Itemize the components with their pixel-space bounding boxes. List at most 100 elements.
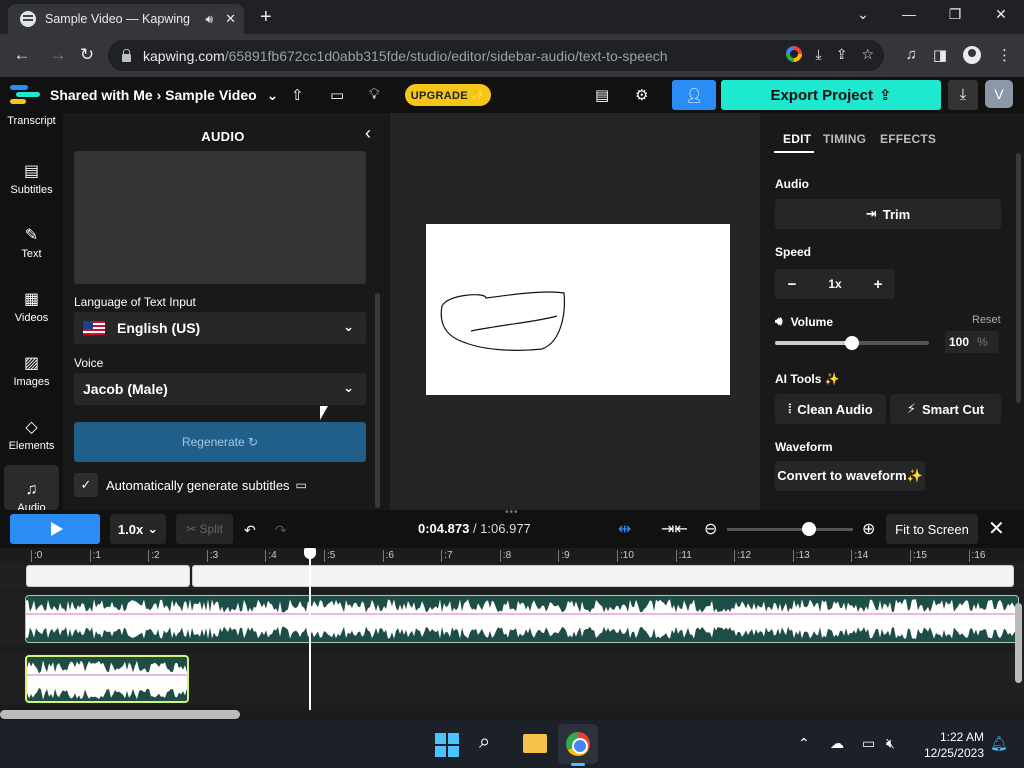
minimize-button[interactable]: —	[899, 6, 919, 22]
zoom-in-icon[interactable]: ⊕	[862, 519, 875, 539]
tab-search-icon[interactable]: ⌄	[853, 6, 873, 23]
back-button[interactable]: ←	[11, 45, 33, 65]
text-input-area[interactable]	[74, 151, 366, 284]
redo-icon[interactable]: ↷	[275, 522, 287, 539]
voice-select[interactable]: Jacob (Male) ⌄	[74, 373, 366, 405]
volume-slider[interactable]	[775, 336, 929, 350]
convert-to-waveform-button[interactable]: Convert to waveform✨	[775, 461, 925, 491]
smart-cut-button[interactable]: ⚡︎ Smart Cut	[890, 394, 1001, 424]
onedrive-icon[interactable]: ☁	[830, 735, 844, 752]
lock-icon[interactable]	[122, 48, 131, 62]
playhead[interactable]	[309, 548, 311, 710]
zoom-out-icon[interactable]: ⊖	[704, 519, 717, 539]
timeline-ruler[interactable]: :0:1:2:3:4:5:6:7:8:9:10:11:12:13:14:15:1…	[0, 548, 1024, 564]
google-lens-icon[interactable]	[785, 46, 802, 62]
waveform-icon: ⦙	[788, 401, 792, 416]
notification-bell-icon[interactable]: 🔔︎	[990, 735, 1008, 752]
timeline-horizontal-scrollbar[interactable]	[0, 710, 240, 719]
fit-tracks-icon[interactable]: ⇥⇤	[661, 519, 688, 539]
selected-audio-clip[interactable]	[25, 655, 189, 703]
export-project-button[interactable]: Export Project ⇪	[721, 80, 941, 110]
audio-clip[interactable]	[25, 595, 1019, 643]
trim-button[interactable]: ⇥ Trim	[775, 199, 1001, 229]
download-button[interactable]: ⤓	[948, 80, 978, 110]
forward-button[interactable]: →	[47, 45, 69, 65]
share-button[interactable]: 👤︎	[672, 80, 716, 110]
playback-speed-select[interactable]: 1.0x ⌄	[110, 514, 166, 544]
clean-audio-button[interactable]: ⦙ Clean Audio	[775, 394, 886, 424]
new-tab-button[interactable]: +	[260, 6, 272, 28]
sidebar-item-text[interactable]: ✎ Text	[0, 225, 63, 260]
canvas-stage[interactable]	[390, 113, 760, 510]
install-app-icon[interactable]: ⤓	[816, 46, 822, 63]
fit-to-screen-button[interactable]: Fit to Screen	[886, 514, 978, 544]
chevron-down-icon[interactable]: ⌄	[267, 87, 279, 103]
menu-kebab-icon[interactable]: ⋮	[997, 46, 1012, 64]
media-control-icon[interactable]: ♫	[906, 46, 917, 64]
kapwing-logo[interactable]	[10, 85, 40, 105]
upload-icon[interactable]: ⇧	[291, 86, 304, 104]
plus-icon[interactable]: +	[861, 276, 895, 293]
undo-icon[interactable]: ↶	[244, 522, 256, 539]
minus-icon[interactable]: −	[775, 276, 809, 293]
sidebar-item-images[interactable]: ▨ Images	[0, 353, 63, 388]
volume-slider-knob[interactable]	[845, 336, 859, 350]
zoom-slider-knob[interactable]	[802, 522, 816, 536]
search-icon[interactable]: ⌕	[479, 731, 490, 754]
panel-scrollbar[interactable]	[375, 293, 380, 508]
collapse-panel-icon[interactable]: ‹	[365, 123, 371, 144]
system-clock[interactable]: 1:22 AM 12/25/2023	[912, 729, 984, 761]
speaker-icon[interactable]: 🔊︎	[206, 12, 214, 27]
volume-muted-icon[interactable]: 🔇︎	[886, 735, 895, 752]
language-select[interactable]: English (US) ⌄	[74, 312, 366, 344]
close-window-button[interactable]: ✕	[991, 6, 1011, 23]
file-explorer-icon[interactable]	[523, 734, 547, 753]
reload-button[interactable]: ↻	[76, 45, 98, 65]
address-bar[interactable]: kapwing.com/65891fb672cc1d0abb315fde/stu…	[108, 40, 884, 71]
sidebar-item-elements[interactable]: ◇ Elements	[0, 417, 63, 452]
comments-icon[interactable]: ▤	[595, 86, 609, 104]
close-tab-icon[interactable]: ✕	[225, 11, 236, 27]
edit-panel-scrollbar[interactable]	[1016, 153, 1021, 403]
tab-edit[interactable]: EDIT	[783, 132, 811, 146]
upgrade-button[interactable]: UPGRADE ✨	[405, 84, 491, 106]
profile-icon[interactable]	[963, 46, 981, 64]
auto-subtitles-checkbox[interactable]: ✓	[74, 473, 98, 497]
windows-start-icon[interactable]	[435, 733, 459, 757]
browser-tab[interactable]: Sample Video — Kapwing 🔊︎ ✕	[8, 4, 244, 34]
volume-input[interactable]: 100 %	[945, 331, 999, 353]
captions-icon[interactable]: ▭	[330, 86, 344, 104]
share-page-icon[interactable]: ⇪	[836, 46, 848, 63]
restore-button[interactable]: ❐	[945, 6, 965, 23]
settings-gear-icon[interactable]: ⚙	[635, 86, 648, 104]
regenerate-button[interactable]: Regenerate ↻	[74, 422, 366, 462]
sidebar-item-videos[interactable]: ▦ Videos	[0, 289, 63, 324]
split-button[interactable]: ✂ Split	[176, 514, 233, 544]
volume-reset-link[interactable]: Reset	[972, 314, 1001, 326]
tray-chevron-icon[interactable]: ⌃	[798, 735, 810, 752]
tab-timing[interactable]: TIMING	[823, 132, 866, 146]
project-name[interactable]: Sample Video	[165, 87, 257, 103]
sidebar-item-transcript[interactable]: Transcript	[0, 115, 63, 127]
lightbulb-icon[interactable]: 💡︎	[369, 86, 380, 103]
resize-grip-icon[interactable]: •••	[505, 507, 519, 518]
zoom-slider[interactable]	[727, 528, 853, 531]
play-button[interactable]	[10, 514, 100, 544]
side-panel-icon[interactable]: ◨	[933, 46, 947, 64]
video-frame[interactable]	[426, 224, 730, 395]
tab-effects[interactable]: EFFECTS	[880, 132, 936, 146]
lightning-icon: ⚡︎	[906, 401, 916, 416]
breadcrumb-shared[interactable]: Shared with Me	[50, 87, 153, 103]
display-icon[interactable]: ▭	[862, 735, 875, 752]
timeline-clip[interactable]	[26, 565, 190, 587]
bookmark-star-icon[interactable]: ☆	[861, 46, 874, 63]
timeline-tracks[interactable]: :0:1:2:3:4:5:6:7:8:9:10:11:12:13:14:15:1…	[0, 548, 1024, 720]
sidebar-item-subtitles[interactable]: ▤ Subtitles	[0, 161, 63, 196]
timeline-vertical-scrollbar[interactable]	[1015, 603, 1022, 683]
chrome-icon[interactable]	[566, 732, 590, 756]
snap-icon[interactable]: ⇹	[618, 519, 631, 539]
track-lane	[0, 653, 1024, 705]
timeline-clip[interactable]	[192, 565, 1014, 587]
avatar[interactable]: V	[985, 80, 1013, 108]
close-timeline-icon[interactable]: ✕	[988, 516, 1005, 541]
